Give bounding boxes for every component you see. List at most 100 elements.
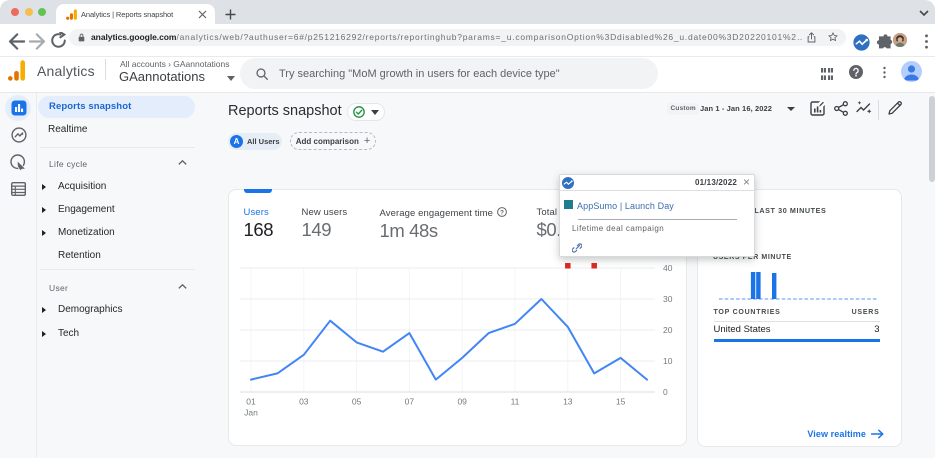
annotation-popup: 01/13/2022 × AppSumo | Launch Day Lifeti… [559,174,755,257]
link-icon[interactable] [571,243,582,253]
nav-item-reports-snapshot[interactable]: Reports snapshot [38,96,195,118]
svg-text:13: 13 [563,397,573,407]
toolbar-divider [878,100,879,120]
browser-tabstrip: Analytics | Reports snapshot [0,0,935,24]
add-comparison-label: Add comparison [295,136,359,146]
report-status-dropdown[interactable] [347,103,385,121]
edit-pencil-icon[interactable] [888,101,902,115]
svg-text:01: 01 [246,397,256,407]
account-caret-icon [227,76,235,81]
country-row[interactable]: United States 3 [714,324,880,335]
advertising-icon [10,154,27,171]
chevron-down-icon [370,109,379,115]
expand-arrow-icon[interactable] [41,330,46,337]
svg-text:03: 03 [299,397,309,407]
traffic-light-zoom[interactable] [38,7,46,16]
view-realtime-link[interactable]: View realtime [807,429,884,439]
nav-item-retention[interactable]: Retention [58,250,101,261]
date-mode-badge: Custom [667,103,700,115]
account-selector[interactable]: GAannotations [119,69,205,84]
svg-text:09: 09 [457,397,467,407]
share-report-icon[interactable] [834,101,848,116]
nav-section-user: User [49,283,69,293]
popup-header: 01/13/2022 × [560,175,754,191]
browser-menu-kebab-icon[interactable] [918,33,935,50]
arrow-right-icon [871,429,884,439]
top-countries-header: TOP COUNTRIES USERS [714,309,880,316]
nav-divider [40,269,195,270]
user-avatar[interactable] [901,61,922,82]
annotation-subtitle: Lifetime deal campaign [572,223,665,233]
svg-text:20: 20 [663,325,673,335]
expand-arrow-icon[interactable] [41,206,46,213]
search-placeholder: Try searching "MoM growth in users for e… [279,67,560,80]
scrollbar-thumb[interactable] [929,96,935,182]
ga-menu-kebab-icon[interactable] [879,66,890,79]
country-users: 3 [874,323,880,335]
date-range-picker[interactable]: Jan 1 - Jan 16, 2022 [700,104,772,113]
bookmark-star-icon[interactable] [828,32,838,42]
rail-item-library[interactable] [0,176,37,202]
traffic-light-close[interactable] [11,7,19,16]
profile-avatar[interactable] [893,32,907,47]
page-content: Reports snapshot Realtime Life cycle Acq… [0,93,935,458]
annotation-title[interactable]: AppSumo | Launch Day [577,201,674,211]
nav-item-acquisition[interactable]: Acquisition [58,181,106,192]
new-tab-button[interactable] [221,5,239,23]
svg-text:15: 15 [616,397,626,407]
collapse-chevron-icon[interactable] [178,283,187,289]
account-breadcrumb[interactable]: All accounts › GAannotations [120,59,230,69]
nav-item-tech[interactable]: Tech [58,328,79,339]
browser-toolbar: analytics.google.com/analytics/web/?auth… [0,24,935,57]
expand-arrow-icon[interactable] [41,230,46,237]
back-button[interactable] [8,32,25,50]
audience-badge: A [230,135,243,148]
reports-icon [11,100,26,116]
collapse-chevron-icon[interactable] [178,159,187,165]
svg-text:07: 07 [405,397,415,407]
nav-item-realtime[interactable]: Realtime [48,124,87,135]
insights-icon[interactable] [856,101,872,116]
expand-arrow-icon[interactable] [41,307,46,314]
ga-product-name[interactable]: Analytics [37,63,95,79]
svg-text:05: 05 [352,397,362,407]
date-caret-icon[interactable] [787,106,795,111]
nav-item-engagement[interactable]: Engagement [58,204,115,215]
table-header-divider [713,321,880,322]
nav-item-monetization[interactable]: Monetization [58,227,115,238]
add-comparison-chip[interactable]: Add comparison + [290,132,376,150]
ga-logo[interactable] [8,60,26,81]
gaannotations-extension-icon[interactable] [853,33,870,51]
reload-button[interactable] [50,32,67,49]
browser-tab[interactable]: Analytics | Reports snapshot [56,4,215,24]
traffic-light-minimize[interactable] [24,7,33,16]
popup-close-icon[interactable]: × [743,176,750,188]
expand-arrow-icon[interactable] [41,183,46,190]
nav-drawer: Reports snapshot Realtime Life cycle Acq… [37,93,225,458]
header-divider [105,59,106,80]
share-page-icon[interactable] [807,31,816,43]
address-bar[interactable]: analytics.google.com/analytics/web/?auth… [69,28,846,46]
nav-item-demographics[interactable]: Demographics [58,304,122,315]
nav-rail [0,93,37,458]
ga-header: Analytics All accounts › GAannotations G… [0,57,935,93]
search-icon [256,67,268,80]
svg-text:11: 11 [511,397,520,407]
tab-close-icon[interactable] [198,10,207,19]
ga-search-bar[interactable]: Try searching "MoM growth in users for e… [240,58,658,89]
extensions-puzzle-icon[interactable] [877,34,894,51]
svg-text:0: 0 [663,387,668,397]
lock-icon[interactable] [78,33,85,42]
help-icon[interactable] [849,65,863,79]
svg-text:10: 10 [663,356,673,366]
nav-divider [40,147,195,148]
apps-grid-icon[interactable] [821,68,833,80]
rail-item-reports[interactable] [0,95,37,121]
customize-report-icon[interactable] [810,101,825,116]
svg-text:Jan: Jan [244,408,258,418]
tab-search-chevron-icon[interactable] [919,10,929,16]
rail-item-explore[interactable] [0,122,37,148]
forward-button[interactable] [29,32,46,50]
rail-item-advertising[interactable] [0,150,37,176]
all-users-chip[interactable]: A All Users [228,133,282,150]
